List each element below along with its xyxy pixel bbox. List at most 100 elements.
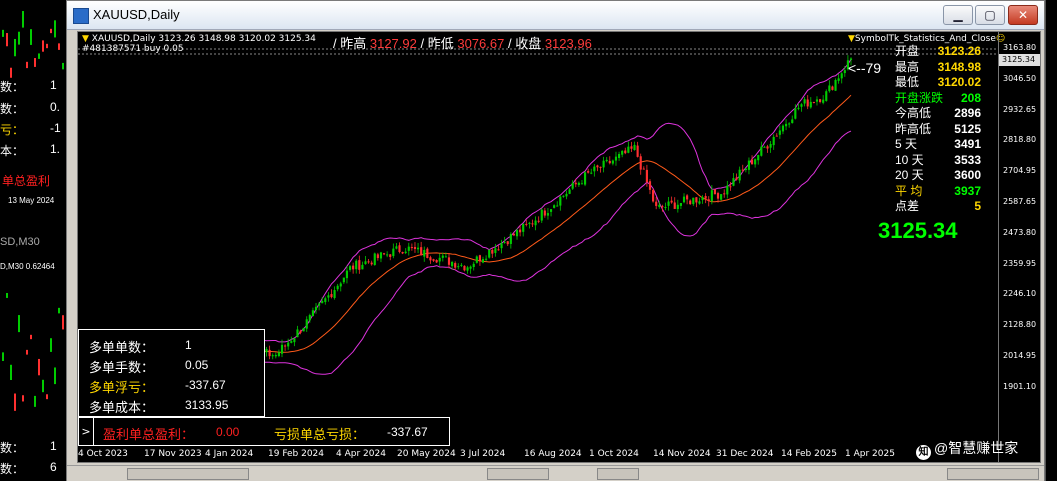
price-axis[interactable]: 3163.80 3046.50 2932.65 2818.80 2704.95 2587.… bbox=[998, 32, 1040, 462]
candle-body bbox=[361, 264, 364, 270]
close-button[interactable]: ✕ bbox=[1008, 5, 1038, 25]
bg-candle bbox=[38, 358, 40, 376]
candle-body bbox=[679, 202, 682, 206]
candle-body bbox=[352, 265, 355, 270]
candle-body bbox=[367, 261, 370, 263]
candle-body bbox=[500, 243, 503, 249]
bg-candle bbox=[46, 394, 48, 400]
candle-body bbox=[528, 222, 531, 224]
candle-body bbox=[735, 177, 738, 180]
order-info: #481387571 buy 0.05 bbox=[82, 44, 184, 54]
candle-body bbox=[652, 189, 655, 202]
candle-body bbox=[596, 165, 599, 168]
bg-candle bbox=[6, 33, 8, 47]
candle-body bbox=[302, 327, 305, 332]
panel-toggle-button[interactable]: > bbox=[79, 418, 94, 445]
candle-body bbox=[723, 193, 726, 195]
candle-body bbox=[410, 247, 413, 249]
stats-label: 昨高低 bbox=[895, 121, 932, 136]
x-tick-label: 16 Aug 2024 bbox=[524, 449, 582, 459]
candle-body bbox=[729, 186, 732, 188]
candle-body bbox=[370, 262, 373, 265]
bg-candle bbox=[2, 29, 4, 37]
candle-body bbox=[506, 241, 509, 245]
bg-candle bbox=[26, 61, 28, 69]
candle-body bbox=[345, 270, 349, 279]
bg-candle bbox=[54, 20, 56, 38]
candle-body bbox=[407, 246, 410, 251]
candle-body bbox=[772, 136, 775, 146]
candle-body bbox=[834, 80, 837, 91]
candle-body bbox=[676, 204, 679, 210]
prev-high-value: 3127.92 bbox=[369, 36, 417, 51]
stats-row: 20 天 3600 bbox=[895, 168, 981, 184]
candle-body bbox=[611, 160, 614, 164]
candle-body bbox=[280, 344, 284, 354]
price-chart[interactable]: ▼ XAUUSD,Daily 3123.26 3148.98 3120.02 3… bbox=[77, 31, 1041, 463]
candle-body bbox=[314, 306, 318, 311]
stats-value: 2896 bbox=[954, 106, 981, 120]
bg-candle bbox=[14, 38, 16, 57]
minimize-button[interactable]: ▁ bbox=[943, 5, 973, 25]
position-value: 3133.95 bbox=[185, 398, 229, 412]
candle-body bbox=[416, 247, 420, 250]
bg-candle bbox=[26, 349, 28, 355]
candle-body bbox=[426, 248, 429, 259]
position-value: -337.67 bbox=[185, 378, 226, 392]
candle-body bbox=[268, 349, 271, 357]
indicator-name: ▼SymbolTk_Statistics_And_Close☺ bbox=[848, 34, 1005, 44]
background-mini-chart bbox=[2, 11, 64, 411]
candle-body bbox=[543, 210, 546, 216]
candle-body bbox=[658, 204, 661, 207]
bg-candle bbox=[18, 315, 20, 333]
candle-body bbox=[645, 169, 648, 183]
position-label: 多单浮亏： bbox=[89, 380, 155, 395]
candle-body bbox=[339, 283, 342, 287]
candle-body bbox=[271, 355, 274, 357]
candle-body bbox=[386, 254, 389, 256]
candle-body bbox=[825, 91, 828, 101]
maximize-button[interactable]: ▢ bbox=[975, 5, 1005, 25]
candle-body bbox=[358, 260, 361, 270]
bollinger-upper bbox=[142, 58, 852, 360]
stats-label: 今高低 bbox=[895, 106, 932, 120]
chart-ohlc-header: XAUUSD,Daily 3123.26 3148.98 3120.02 312… bbox=[91, 34, 316, 44]
candle-body bbox=[726, 185, 729, 195]
status-cell bbox=[597, 468, 639, 480]
candle-body bbox=[457, 266, 460, 268]
chart-symbol-header: ▼ XAUUSD,Daily 3123.26 3148.98 3120.02 3… bbox=[82, 34, 316, 44]
candle-body bbox=[720, 194, 723, 200]
candle-body bbox=[324, 298, 327, 302]
stats-label: 平 均 bbox=[895, 183, 923, 198]
candle-body bbox=[265, 349, 268, 353]
candle-body bbox=[509, 234, 512, 244]
x-tick-label: 4 Apr 2024 bbox=[336, 449, 386, 459]
candle-body bbox=[318, 303, 321, 306]
candle-body bbox=[463, 265, 466, 271]
x-tick-label: 20 May 2024 bbox=[397, 449, 456, 459]
window-titlebar[interactable]: XAUUSD,Daily ▁ ▢ ✕ bbox=[67, 1, 1044, 30]
candle-body bbox=[788, 123, 791, 125]
candle-body bbox=[330, 294, 333, 298]
candle-body bbox=[568, 189, 571, 194]
chart-window[interactable]: XAUUSD,Daily ▁ ▢ ✕ ▼ XAUUSD,Daily 3123.2… bbox=[66, 0, 1045, 481]
x-tick-label: 1 Apr 2025 bbox=[845, 449, 895, 459]
candle-body bbox=[580, 183, 584, 185]
stats-row: 最低 3120.02 bbox=[895, 75, 981, 91]
candle-body bbox=[571, 182, 574, 189]
candle-body bbox=[781, 125, 785, 132]
bg-candle bbox=[30, 29, 32, 45]
position-label: 多单成本： bbox=[89, 400, 155, 415]
candle-body bbox=[760, 146, 763, 156]
bg-candle bbox=[58, 307, 60, 314]
candle-body bbox=[831, 86, 834, 90]
candle-body bbox=[469, 266, 472, 269]
time-axis[interactable]: 4 Oct 2023 17 Nov 2023 4 Jan 2024 19 Feb 20… bbox=[78, 446, 998, 462]
candle-body bbox=[815, 99, 819, 102]
candle-body bbox=[305, 319, 308, 329]
candle-body bbox=[540, 209, 543, 221]
candle-body bbox=[707, 199, 710, 202]
candle-body bbox=[741, 169, 744, 171]
prev-low-value: 3076.67 bbox=[457, 36, 505, 51]
candle-body bbox=[296, 329, 299, 338]
